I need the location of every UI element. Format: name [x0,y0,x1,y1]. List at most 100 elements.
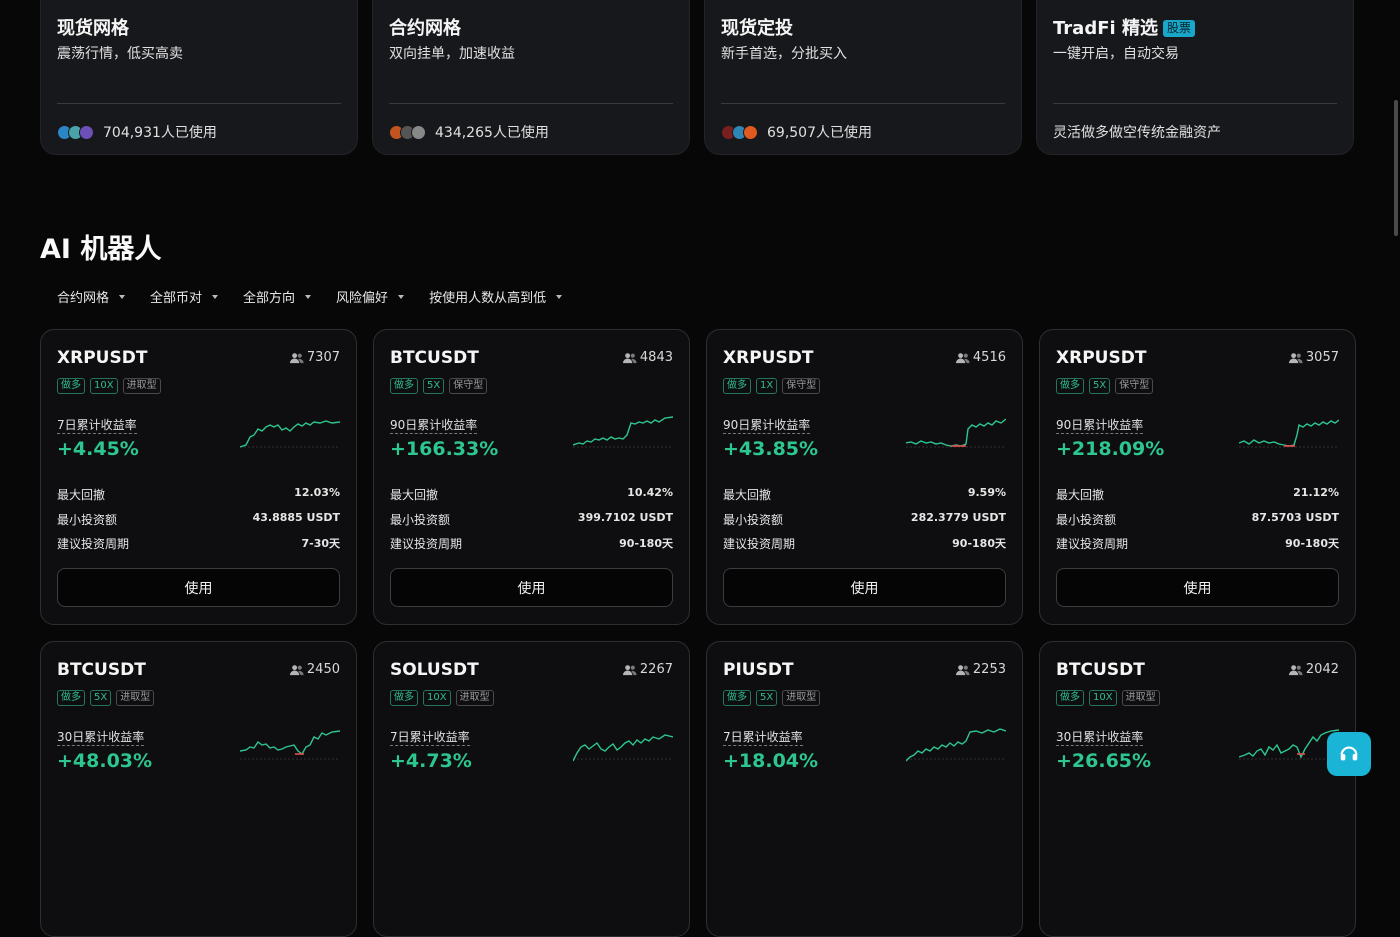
tag-leverage: 5X [423,378,445,394]
use-bot-button[interactable]: 使用 [723,568,1006,607]
tag-leverage: 10X [423,690,451,706]
strategy-subtitle: 震荡行情，低买高卖 [57,46,183,62]
bot-card[interactable]: XRPUSDT 7307 做多 10X 进取型 7日累计收益率 +4.45% 最大回… [40,329,357,625]
bot-card[interactable]: PIUSDT 2253 做多 5X 进取型 7日累计收益率 +18.04% [706,641,1023,937]
use-bot-button[interactable]: 使用 [390,568,673,607]
pnl-sparkline [573,734,673,762]
pnl-sparkline [1239,419,1339,448]
support-button[interactable] [1327,732,1371,776]
users-icon [289,352,304,363]
tag-risk: 进取型 [782,690,821,706]
strategy-card-tradfi[interactable]: TradFi 精选 股票 一键开启，自动交易 灵活做多做空传统金融资产 [1036,0,1354,155]
bot-pair: BTCUSDT [1056,660,1145,680]
strategy-title: 现货定投 [721,18,793,39]
use-bot-button[interactable]: 使用 [57,568,340,607]
tag-leverage: 1X [756,378,778,394]
pnl-sparkline [240,420,340,448]
caret-down-icon [119,294,126,299]
bot-tags: 做多 5X 保守型 [390,378,492,394]
strategy-card-futures-grid[interactable]: 合约网格 双向挂单，加速收益 434,265人已使用 [372,0,690,155]
sparkline-path [1239,419,1339,447]
tag-leverage: 10X [1089,690,1117,706]
filter-strategy-type[interactable]: 合约网格 [57,287,126,306]
sparkline-path [573,416,673,446]
bot-pair: BTCUSDT [57,660,146,680]
tag-risk: 进取型 [455,690,494,706]
return-period-label: 90日累计收益率 [723,418,811,434]
users-icon [622,352,637,363]
bot-user-count: 4516 [955,350,1006,365]
tag-direction: 做多 [723,690,751,706]
bot-user-count: 3057 [1288,350,1339,365]
headset-icon [1340,746,1358,761]
bot-pair: SOLUSDT [390,660,479,680]
bot-user-count: 2042 [1288,662,1339,677]
return-period-label: 90日累计收益率 [390,418,478,434]
max-drawdown-row: 最大回撤 10.42% [390,486,673,502]
use-bot-button[interactable]: 使用 [1056,568,1339,607]
pnl-sparkline [240,730,340,760]
tag-direction: 做多 [57,690,85,706]
return-rate: +218.09% [1056,438,1165,460]
bot-card[interactable]: XRPUSDT 4516 做多 1X 保守型 90日累计收益率 +43.85% 最大… [706,329,1023,625]
bot-tags: 做多 10X 进取型 [1056,690,1165,706]
sparkline-path [573,734,673,762]
caret-down-icon [212,294,219,299]
return-period-label: 7日累计收益率 [390,730,470,746]
return-period-label: 30日累计收益率 [57,730,145,746]
bot-user-count: 2267 [622,662,673,677]
tag-risk: 进取型 [122,378,161,394]
stock-badge: 股票 [1162,20,1195,37]
tag-direction: 做多 [1056,378,1084,394]
period-row: 建议投资周期 7-30天 [57,537,340,551]
max-drawdown-row: 最大回撤 9.59% [723,486,1006,502]
bot-user-count: 4843 [622,350,673,365]
bot-card[interactable]: SOLUSDT 2267 做多 10X 进取型 7日累计收益率 +4.73% [373,641,690,937]
bot-tags: 做多 5X 保守型 [1056,378,1158,394]
strategy-card-spot-grid[interactable]: 现货网格 震荡行情，低买高卖 704,931人已使用 [40,0,358,155]
bot-pair: XRPUSDT [723,348,814,368]
usage-count: 69,507人已使用 [767,125,872,141]
tag-direction: 做多 [390,378,418,394]
strategy-subtitle: 一键开启，自动交易 [1053,46,1179,62]
tag-risk: 保守型 [782,378,821,394]
bot-user-count: 2253 [955,662,1006,677]
divider [57,103,341,104]
bot-pair: PIUSDT [723,660,794,680]
avatar [411,124,426,140]
page-scrollbar[interactable] [1394,100,1398,236]
divider [389,103,673,104]
tag-leverage: 5X [756,690,778,706]
return-rate: +4.73% [390,750,472,772]
strategy-footer: 灵活做多做空传统金融资产 [1053,122,1221,142]
filter-pairs[interactable]: 全部币对 [150,287,219,306]
bot-card[interactable]: XRPUSDT 3057 做多 5X 保守型 90日累计收益率 +218.09% 最… [1039,329,1356,625]
strategy-card-spot-dca[interactable]: 现货定投 新手首选，分批买入 69,507人已使用 [704,0,1022,155]
users-icon [955,352,970,363]
sparkline-path [240,420,340,448]
min-invest-row: 最小投资额 282.3779 USDT [723,511,1006,527]
filter-risk[interactable]: 风险偏好 [336,287,405,306]
pnl-sparkline [906,728,1006,762]
tag-direction: 做多 [1056,690,1084,706]
user-avatars [389,124,430,140]
return-rate: +18.04% [723,750,819,772]
tag-leverage: 10X [90,378,118,394]
period-row: 建议投资周期 90-180天 [1056,537,1339,551]
avatar [79,124,94,140]
strategy-title: TradFi 精选 股票 [1053,14,1195,40]
pnl-sparkline [1239,729,1339,760]
return-period-label: 90日累计收益率 [1056,418,1144,434]
bot-card[interactable]: BTCUSDT 2450 做多 5X 进取型 30日累计收益率 +48.03% [40,641,357,937]
filter-sort[interactable]: 按使用人数从高到低 [429,287,563,306]
bot-card[interactable]: BTCUSDT 2042 做多 10X 进取型 30日累计收益率 +26.65% [1039,641,1356,937]
return-period-label: 30日累计收益率 [1056,730,1144,746]
bot-card[interactable]: BTCUSDT 4843 做多 5X 保守型 90日累计收益率 +166.33% 最… [373,329,690,625]
tag-risk: 保守型 [1115,378,1154,394]
caret-down-icon [398,294,405,299]
return-period-label: 7日累计收益率 [723,730,803,746]
filter-direction[interactable]: 全部方向 [243,287,312,306]
strategy-title: 现货网格 [57,18,129,39]
bot-tags: 做多 10X 进取型 [390,690,499,706]
strategy-subtitle: 新手首选，分批买入 [721,46,847,62]
